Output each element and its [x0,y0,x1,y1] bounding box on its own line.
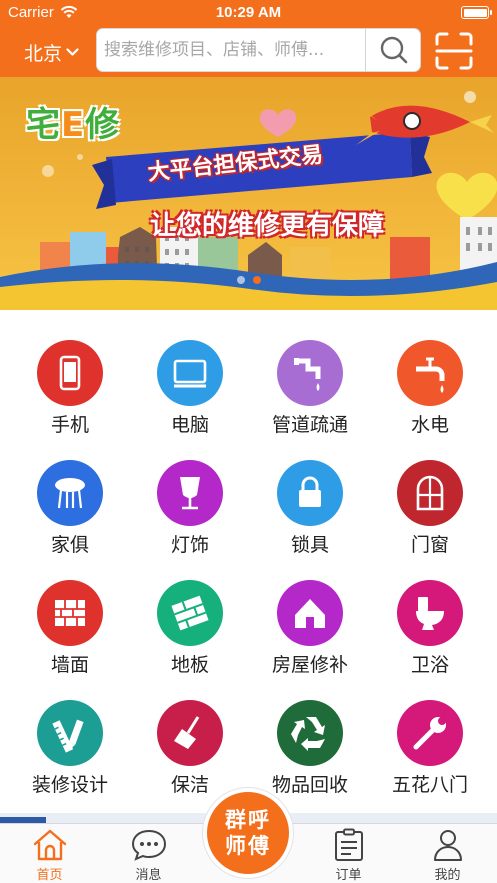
city-selector[interactable]: 北京 [24,39,79,66]
lock-icon [277,460,343,526]
category-label: 手机 [50,414,89,436]
category-label: 装修设计 [31,774,108,796]
category-label: 五花八门 [391,774,468,796]
banner-dot[interactable] [236,276,245,284]
category-item[interactable]: 锁具 [248,450,372,570]
tab-profile[interactable]: 我的 [398,824,497,883]
category-label: 锁具 [290,534,329,556]
category-item[interactable]: 电脑 [128,330,252,450]
banner-page-indicator [0,276,497,284]
category-item[interactable]: 地板 [128,570,252,690]
category-item[interactable]: 灯饰 [128,450,252,570]
category-item[interactable]: 手机 [8,330,132,450]
table-icon [37,460,103,526]
toilet-icon [397,580,463,646]
tab-orders[interactable]: 订单 [299,824,398,883]
category-label: 管道疏通 [271,414,348,436]
home-icon [33,829,67,861]
ruler-pencil-icon [37,700,103,766]
top-header: 北京 [0,25,497,77]
call-master-button[interactable]: 群呼 师傅 [203,788,293,878]
category-label: 地板 [170,654,209,676]
category-label: 门窗 [410,534,449,556]
search-icon [380,36,408,64]
lamp-icon [157,460,223,526]
category-item[interactable]: 五花八门 [368,690,492,810]
window-icon [397,460,463,526]
tab-messages-label: 消息 [135,868,162,883]
floor-icon [157,580,223,646]
category-label: 电脑 [170,414,209,436]
tab-profile-label: 我的 [434,868,461,883]
scan-icon[interactable] [434,31,474,71]
category-label: 卫浴 [410,654,449,676]
broom-icon [157,700,223,766]
banner-logo: 宅E修 [26,105,121,145]
category-item[interactable]: 房屋修补 [248,570,372,690]
monitor-icon [157,340,223,406]
category-item[interactable]: 卫浴 [368,570,492,690]
call-master-line1: 群呼 [225,808,271,832]
profile-icon [434,830,462,861]
promo-banner[interactable]: 宅E修 大平台担保式交易 让您的维修更有保障 [0,77,497,310]
category-item[interactable]: 墙面 [8,570,132,690]
status-time: 10:29 AM [215,4,282,21]
category-grid: 手机 电脑 管道疏通 水电 家俱 灯饰 锁具 门窗 墙面 地板 房屋修补 卫浴 装修设计 保洁 物品回收 五花… [0,330,497,810]
category-label: 家俱 [50,534,89,556]
pipe-icon [277,340,343,406]
brick-wall-icon [37,580,103,646]
tab-home-label: 首页 [36,868,63,883]
category-item[interactable]: 装修设计 [8,690,132,810]
banner-slogan: 让您的维修更有保障 [150,211,385,241]
chevron-down-icon [66,48,79,56]
tab-orders-label: 订单 [335,868,362,883]
call-master-line2: 师傅 [225,834,271,858]
tab-home[interactable]: 首页 [0,824,99,883]
recycle-icon [277,700,343,766]
category-item[interactable]: 水电 [368,330,492,450]
banner-dot[interactable] [252,276,261,284]
category-label: 水电 [410,414,449,436]
city-label: 北京 [24,44,63,65]
category-label: 墙面 [50,654,89,676]
category-item[interactable]: 门窗 [368,450,492,570]
house-icon [277,580,343,646]
status-bar: Carrier 10:29 AM [0,0,497,25]
search-button[interactable] [366,29,420,71]
category-label: 灯饰 [170,534,209,556]
tab-messages[interactable]: 消息 [99,824,198,883]
search-input[interactable] [97,29,364,71]
category-label: 房屋修补 [271,654,348,676]
message-icon [131,829,167,861]
battery-icon [461,6,492,19]
category-item[interactable]: 管道疏通 [248,330,372,450]
wrench-icon [397,700,463,766]
category-item[interactable]: 家俱 [8,450,132,570]
faucet-icon [397,340,463,406]
phone-icon [37,340,103,406]
order-icon [335,828,363,861]
search-box [96,28,421,72]
